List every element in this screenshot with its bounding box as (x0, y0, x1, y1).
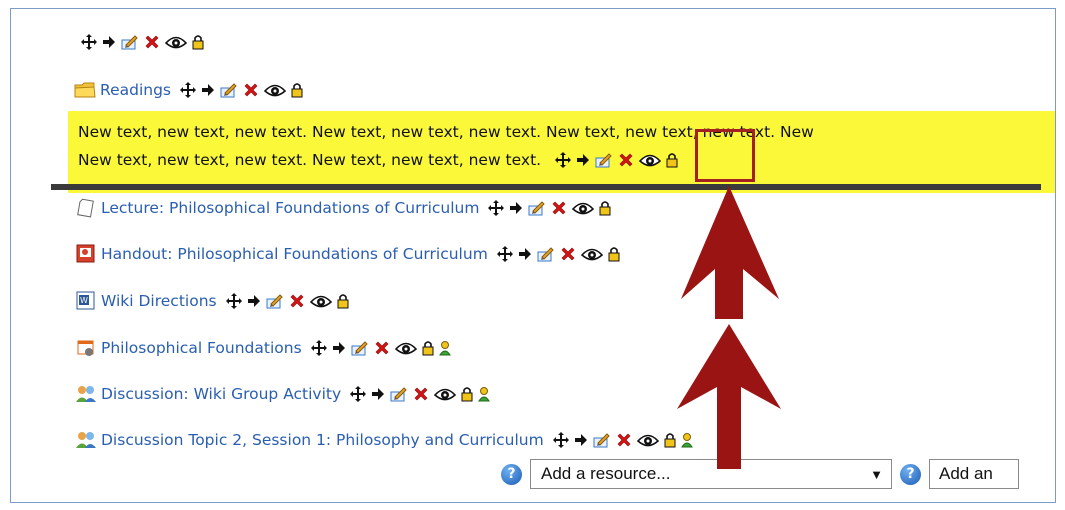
powerpoint-icon (75, 244, 97, 264)
edit-icon[interactable] (266, 293, 284, 309)
add-activity-select[interactable]: Add an (929, 459, 1019, 489)
lock-icon[interactable] (192, 34, 204, 50)
hide-eye-icon[interactable] (264, 82, 286, 98)
move-right-icon[interactable] (247, 294, 261, 308)
help-icon[interactable]: ? (900, 463, 921, 485)
help-icon[interactable]: ? (501, 463, 522, 485)
lock-icon[interactable] (422, 340, 434, 356)
upper-arrow (681, 186, 779, 319)
forum-icon (75, 430, 97, 450)
resource-row[interactable]: Readings (74, 77, 303, 103)
add-activity-value: Add an (939, 464, 993, 483)
highlighted-text-label: New text, new text, new text. New text, … (68, 111, 1055, 193)
edit-icon[interactable] (537, 246, 555, 262)
resource-link[interactable]: Wiki Directions (101, 292, 217, 310)
resource-link[interactable]: Discussion Topic 2, Session 1: Philosoph… (101, 431, 544, 449)
delete-icon[interactable] (560, 246, 576, 262)
resource-row[interactable]: Handout: Philosophical Foundations of Cu… (75, 241, 620, 267)
lock-icon[interactable] (666, 152, 678, 168)
delete-icon[interactable] (616, 432, 632, 448)
move-icon[interactable] (225, 293, 242, 309)
hide-eye-icon[interactable] (580, 246, 603, 262)
groups-icon[interactable] (438, 340, 451, 356)
wiki-icon (75, 338, 97, 358)
move-icon[interactable] (488, 200, 505, 216)
delete-icon[interactable] (144, 34, 160, 50)
delete-icon[interactable] (243, 82, 259, 98)
resource-row[interactable]: Philosophical Foundations (75, 335, 451, 361)
lock-icon[interactable] (664, 432, 676, 448)
move-right-icon[interactable] (371, 387, 385, 401)
hide-eye-icon[interactable] (639, 152, 662, 168)
resource-row[interactable]: W Wiki Directions (75, 288, 349, 314)
resource-link[interactable]: Handout: Philosophical Foundations of Cu… (101, 245, 488, 263)
edit-icon[interactable] (390, 386, 408, 402)
hide-eye-icon[interactable] (309, 293, 332, 309)
move-icon[interactable] (180, 82, 196, 98)
lock-icon[interactable] (599, 200, 611, 216)
move-right-icon[interactable] (574, 433, 588, 447)
file-icon (75, 198, 97, 218)
resource-row[interactable]: Discussion: Wiki Group Activity (75, 381, 491, 407)
edit-icon[interactable] (121, 34, 139, 50)
dropdown-arrow-icon: ▼ (870, 466, 883, 482)
move-right-icon[interactable] (201, 83, 215, 97)
drop-target-bar (51, 184, 1041, 190)
move-icon[interactable] (310, 340, 327, 356)
move-right-icon[interactable] (509, 201, 523, 215)
move-right-icon[interactable] (576, 153, 590, 167)
course-section-panel: Readings New text, new text, new text. N… (10, 8, 1056, 503)
edit-icon[interactable] (595, 152, 613, 168)
resource-link[interactable]: Philosophical Foundations (101, 339, 302, 357)
move-icon[interactable] (552, 432, 569, 448)
lock-icon[interactable] (337, 293, 349, 309)
word-icon: W (75, 291, 97, 311)
resource-row[interactable]: Discussion Topic 2, Session 1: Philosoph… (75, 427, 693, 453)
label-text-line-2: New text, new text, new text. New text, … (78, 147, 678, 173)
move-right-icon[interactable] (518, 247, 532, 261)
move-right-icon[interactable] (102, 35, 116, 49)
lock-icon[interactable] (461, 386, 473, 402)
add-resource-value: Add a resource... (541, 464, 671, 483)
lock-icon[interactable] (608, 246, 620, 262)
delete-icon[interactable] (289, 293, 305, 309)
hide-eye-icon[interactable] (572, 200, 595, 216)
label-text-line-2-text: New text, new text, new text. New text, … (78, 151, 542, 169)
delete-icon[interactable] (413, 386, 429, 402)
edit-icon[interactable] (593, 432, 611, 448)
resource-link[interactable]: Readings (100, 81, 171, 99)
lock-icon[interactable] (291, 82, 303, 98)
move-right-icon[interactable] (332, 341, 346, 355)
hide-eye-icon[interactable] (636, 432, 659, 448)
orphan-controls-row (81, 29, 204, 55)
move-icon-highlight-box (695, 129, 755, 182)
move-icon[interactable] (350, 386, 367, 402)
delete-icon[interactable] (551, 200, 567, 216)
resource-row[interactable]: Lecture: Philosophical Foundations of Cu… (75, 195, 611, 221)
svg-text:W: W (80, 296, 88, 305)
forum-icon (75, 384, 97, 404)
resource-link[interactable]: Discussion: Wiki Group Activity (101, 385, 341, 403)
hide-eye-icon[interactable] (394, 340, 417, 356)
groups-icon[interactable] (478, 386, 491, 402)
hide-eye-icon[interactable] (434, 386, 457, 402)
groups-icon[interactable] (680, 432, 693, 448)
move-icon[interactable] (555, 152, 572, 168)
edit-icon[interactable] (220, 82, 238, 98)
move-icon[interactable] (496, 246, 513, 262)
add-resource-select[interactable]: Add a resource... ▼ (530, 459, 892, 489)
edit-icon[interactable] (528, 200, 546, 216)
delete-icon[interactable] (374, 340, 390, 356)
folder-icon (74, 80, 96, 100)
move-icon[interactable] (81, 34, 97, 50)
edit-icon[interactable] (351, 340, 369, 356)
resource-link[interactable]: Lecture: Philosophical Foundations of Cu… (101, 199, 479, 217)
delete-icon[interactable] (618, 152, 634, 168)
add-controls: ? Add a resource... ▼ ? Add an (501, 459, 1019, 489)
hide-eye-icon[interactable] (165, 34, 187, 50)
